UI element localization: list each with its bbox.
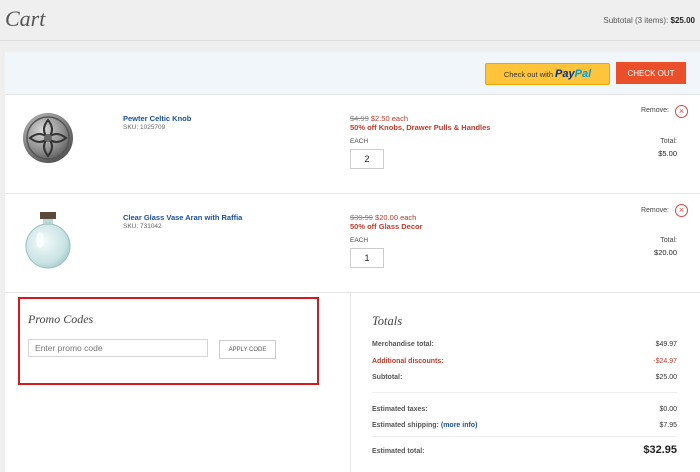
row-value: $49.97 — [655, 341, 677, 348]
product-link[interactable]: Clear Glass Vase Aran with Raffia — [123, 213, 242, 222]
row-label: Additional discounts: — [372, 358, 444, 365]
header-subtotal-value: $25.00 — [670, 16, 695, 25]
row-value: -$24.97 — [653, 358, 677, 365]
section-divider — [350, 292, 351, 472]
cart-header: Cart Subtotal (3 items): $25.00 — [0, 0, 700, 41]
original-price: $4.99 — [350, 114, 369, 123]
apply-code-button[interactable]: APPLY CODE — [219, 340, 276, 359]
promo-code-input[interactable] — [28, 339, 208, 357]
paypal-prefix: Check out with — [503, 69, 554, 79]
cart-panel: Check out with PayPal CHECK OUT Pewter C… — [5, 52, 700, 472]
row-label: Subtotal: — [372, 374, 403, 381]
row-label: Estimated taxes: — [372, 406, 428, 413]
sale-price: $2.50 each — [370, 114, 408, 123]
promo-title: Promo Codes — [28, 312, 94, 326]
page-title: Cart — [5, 6, 46, 31]
quantity-input[interactable]: 1 — [350, 248, 384, 268]
price-line: $4.99 $2.50 each — [350, 114, 408, 123]
checkout-bar: Check out with PayPal CHECK OUT — [5, 52, 700, 95]
row-value: $0.00 — [659, 406, 677, 413]
item-total-value: $20.00 — [654, 248, 677, 257]
promo-codes-section: Promo Codes APPLY CODE — [18, 297, 319, 385]
each-label: EACH — [350, 237, 369, 244]
promo-label: 50% off Knobs, Drawer Pulls & Handles — [350, 123, 491, 132]
estimated-total-row: Estimated total: $32.95 — [372, 444, 677, 456]
row-value: $7.95 — [659, 422, 677, 429]
row-value: $25.00 — [655, 374, 677, 381]
each-label: EACH — [350, 138, 369, 145]
item-total-label: Total: — [660, 138, 677, 145]
header-subtotal-label: Subtotal (3 items): — [603, 16, 669, 25]
remove-icon[interactable]: × — [675, 204, 688, 217]
row-label: Merchandise total: — [372, 341, 434, 348]
row-label: Estimated shipping: — [372, 422, 439, 429]
item-total-value: $5.00 — [658, 149, 677, 158]
sale-price: $20.00 each — [375, 213, 417, 222]
additional-discounts-row: Additional discounts: -$24.97 — [372, 358, 677, 365]
totals-divider — [372, 392, 677, 393]
promo-label: 50% off Glass Decor — [350, 222, 423, 231]
paypal-logo: PayPal — [555, 68, 592, 80]
merchandise-total-row: Merchandise total: $49.97 — [372, 341, 677, 348]
totals-divider — [372, 436, 677, 437]
subtotal-row: Subtotal: $25.00 — [372, 374, 677, 381]
product-link[interactable]: Pewter Celtic Knob — [123, 114, 191, 123]
estimated-taxes-row: Estimated taxes: $0.00 — [372, 406, 677, 413]
item-total-label: Total: — [660, 237, 677, 244]
price-line: $39.99 $20.00 each — [350, 213, 416, 222]
product-sku: SKU: 1025709 — [123, 124, 166, 131]
shipping-more-info-link[interactable]: (more info) — [441, 422, 478, 429]
product-image-glass-vase[interactable] — [22, 210, 74, 275]
product-image-pewter-knob[interactable] — [22, 112, 74, 169]
row-label: Estimated total: — [372, 448, 425, 455]
paypal-checkout-button[interactable]: Check out with PayPal — [485, 63, 610, 85]
quantity-input[interactable]: 2 — [350, 149, 384, 169]
remove-icon[interactable]: × — [675, 105, 688, 118]
estimated-shipping-row: Estimated shipping: (more info) $7.95 — [372, 422, 677, 429]
row-value: $32.95 — [643, 444, 677, 456]
totals-title: Totals — [372, 314, 403, 328]
remove-label: Remove: — [640, 107, 669, 114]
cart-item: Clear Glass Vase Aran with Raffia SKU: 7… — [5, 193, 700, 293]
checkout-button[interactable]: CHECK OUT — [616, 62, 686, 84]
header-subtotal: Subtotal (3 items): $25.00 — [603, 16, 695, 25]
remove-label: Remove: — [640, 207, 669, 214]
cart-item: Pewter Celtic Knob SKU: 1025709 $4.99 $2… — [5, 94, 700, 194]
product-sku: SKU: 731042 — [123, 223, 162, 230]
original-price: $39.99 — [350, 213, 373, 222]
